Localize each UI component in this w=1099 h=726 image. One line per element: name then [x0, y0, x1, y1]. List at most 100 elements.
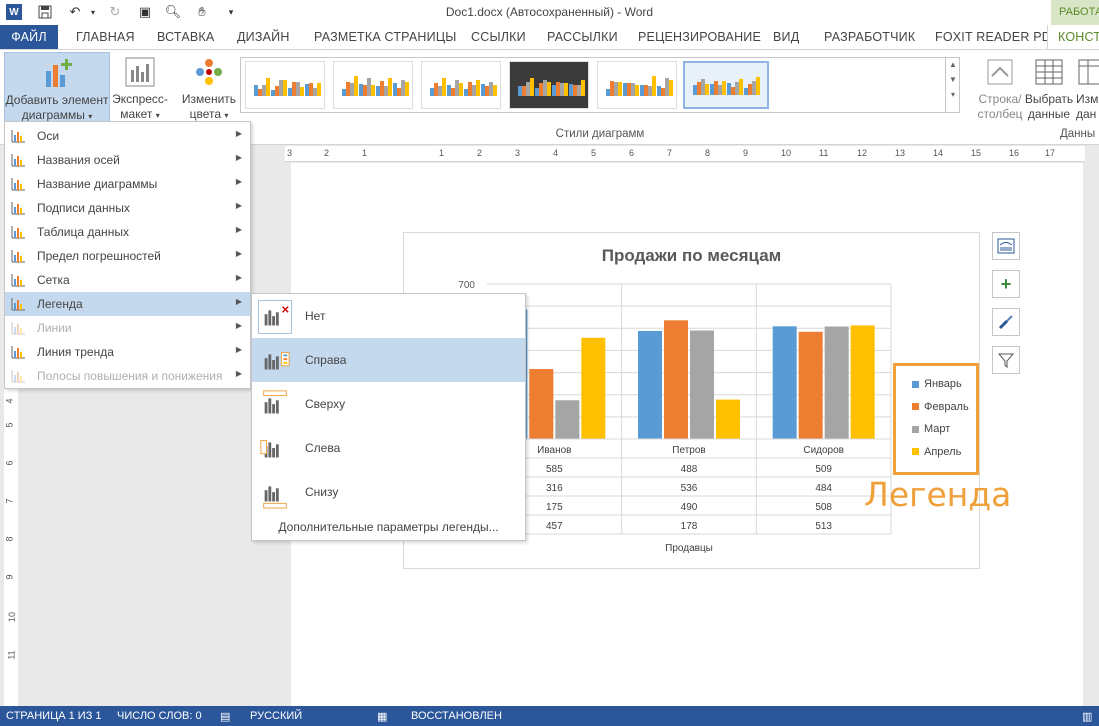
tab-developer[interactable]: РАЗРАБОТЧИК	[824, 25, 915, 49]
menu-item-error-bars[interactable]: Предел погрешностей ▶	[5, 244, 250, 268]
more-legend-options[interactable]: Дополнительные параметры легенды...	[252, 520, 525, 534]
bar-Апрель-Петров[interactable]	[716, 399, 740, 439]
bar-Март-Петров[interactable]	[690, 330, 714, 440]
legend-none-icon	[258, 300, 292, 334]
vruler-tick-label: 10	[7, 611, 18, 623]
menu-item-label: Подписи данных	[37, 201, 130, 215]
menu-item-label: Сетка	[37, 273, 70, 287]
legend-bottom-icon	[258, 476, 292, 510]
menu-item-data-labels[interactable]: Подписи данных ▶	[5, 196, 250, 220]
quick-layout-label: Экспресс-	[112, 92, 168, 106]
legend-option-left[interactable]: Слева	[252, 426, 525, 470]
legend-entry[interactable]: Март	[912, 423, 950, 435]
legend-option-right[interactable]: Справа	[252, 338, 525, 382]
vertical-ruler[interactable]: 4 5 6 7 8 9 10 11	[4, 380, 18, 706]
chart-style-1[interactable]	[245, 61, 325, 109]
change-colors-button[interactable]: Изменить цвета ▾	[178, 52, 240, 123]
bar-Март-Иванов[interactable]	[555, 400, 580, 439]
bar-Апрель-Сидоров[interactable]	[850, 325, 875, 439]
quick-layout-button[interactable]: Экспресс- макет ▾	[112, 52, 168, 123]
menu-item-trendline[interactable]: Линия тренда ▶	[5, 340, 250, 364]
tab-mailings[interactable]: РАССЫЛКИ	[547, 25, 618, 49]
chart-style-2[interactable]	[333, 61, 413, 109]
legend-option-bottom[interactable]: Снизу	[252, 470, 525, 514]
chart-style-5[interactable]	[597, 61, 677, 109]
proofing-icon[interactable]: ▤	[220, 710, 230, 723]
edit-data-button[interactable]: Изм дан	[1076, 56, 1099, 122]
menu-item-data-table[interactable]: Таблица данных ▶	[5, 220, 250, 244]
page-count[interactable]: СТРАНИЦА 1 ИЗ 1	[6, 710, 102, 722]
legend-option-top[interactable]: Сверху	[252, 382, 525, 426]
gallery-more-icon[interactable]: ▾	[946, 90, 960, 99]
data-table-cell: 513	[815, 521, 832, 532]
macro-icon[interactable]: ▦	[377, 710, 387, 723]
edit-data-label: Изм	[1076, 92, 1099, 106]
vruler-tick-label: 4	[4, 398, 15, 404]
change-colors-label-2: цвета	[189, 107, 222, 121]
legend-swatch	[912, 425, 919, 433]
bar-Январь-Петров[interactable]	[638, 330, 662, 439]
chart-styles-gallery[interactable]	[240, 57, 960, 113]
bar-Февраль-Сидоров[interactable]	[798, 331, 823, 439]
tab-insert[interactable]: ВСТАВКА	[157, 25, 214, 49]
restored-status: ВОССТАНОВЛЕН	[411, 710, 502, 722]
chart-legend[interactable]: Январь Февраль Март Апрель	[893, 363, 979, 475]
tab-references[interactable]: ССЫЛКИ	[471, 25, 526, 49]
switch-row-column-button[interactable]: Строка/ столбец	[972, 56, 1028, 122]
edit-data-label-2: дан	[1076, 107, 1097, 121]
menu-item-chart-title[interactable]: Название диаграммы ▶	[5, 172, 250, 196]
ruler-tick-label: 15	[971, 148, 982, 158]
bar-Апрель-Иванов[interactable]	[581, 337, 606, 439]
read-mode-icon[interactable]: ▥	[1082, 710, 1092, 723]
gallery-down-icon[interactable]: ▼	[946, 75, 960, 84]
tab-home[interactable]: ГЛАВНАЯ	[76, 25, 135, 49]
legend-option-none[interactable]: Нет	[252, 294, 525, 338]
tab-chart-design[interactable]: КОНСТ	[1047, 25, 1099, 49]
menu-item-axis-titles[interactable]: Названия осей ▶	[5, 148, 250, 172]
layout-options-button[interactable]	[992, 232, 1020, 260]
chart-style-6-selected[interactable]	[683, 61, 769, 109]
menu-item-gridlines[interactable]: Сетка ▶	[5, 268, 250, 292]
x-axis-title: Продавцы	[665, 543, 713, 554]
select-data-label-2: данные	[1027, 107, 1071, 121]
legend-label: Февраль	[924, 400, 969, 413]
bar-Февраль-Петров[interactable]	[664, 320, 688, 439]
legend-entry[interactable]: Январь	[912, 378, 962, 390]
chart-styles-button[interactable]	[992, 308, 1020, 336]
select-data-button[interactable]: Выбрать данные	[1024, 56, 1074, 122]
menu-item-label: Таблица данных	[37, 225, 129, 239]
chart-title[interactable]: Продажи по месяцам	[403, 246, 980, 266]
tab-layout[interactable]: РАЗМЕТКА СТРАНИЦЫ	[314, 25, 457, 49]
chart-elements-button[interactable]: +	[992, 270, 1020, 298]
add-chart-element-button[interactable]: Добавить элемент диаграммы ▾	[4, 52, 110, 122]
horizontal-ruler[interactable]: 3 2 1 1 2 3 4 5 6 7 8 9 10 11 12 13 14 15 16 17	[285, 146, 1085, 162]
gallery-scroll[interactable]: ▲ ▼ ▾	[945, 57, 960, 113]
tab-review[interactable]: РЕЦЕНЗИРОВАНИЕ	[638, 25, 761, 49]
chart-filters-button[interactable]	[992, 346, 1020, 374]
menu-item-label: Оси	[37, 129, 60, 143]
language[interactable]: РУССКИЙ	[250, 710, 302, 722]
title-bar: W ↶ ▾ ↻ ▣ 🔍︎ ✋︎ ▾ Doc1.docx (Автосохране…	[0, 0, 1099, 25]
submenu-arrow-icon: ▶	[235, 369, 242, 378]
data-table-cell: 509	[815, 464, 832, 475]
ruler-tick-label: 16	[1009, 148, 1020, 158]
word-count[interactable]: ЧИСЛО СЛОВ: 0	[117, 710, 202, 722]
tab-file[interactable]: ФАЙЛ	[0, 25, 58, 49]
bar-Февраль-Иванов[interactable]	[529, 369, 554, 439]
tab-design[interactable]: ДИЗАЙН	[237, 25, 290, 49]
chart-style-4[interactable]	[509, 61, 589, 109]
bar-Март-Сидоров[interactable]	[824, 326, 849, 439]
legend-entry[interactable]: Апрель	[912, 446, 961, 458]
vruler-tick-label: 7	[4, 498, 15, 504]
paintbrush-icon	[998, 315, 1013, 330]
gallery-up-icon[interactable]: ▲	[946, 60, 960, 69]
tab-foxit[interactable]: FOXIT READER PDF	[935, 25, 1059, 49]
legend-entry[interactable]: Февраль	[912, 401, 969, 413]
tab-view[interactable]: ВИД	[773, 25, 799, 49]
menu-item-axes[interactable]: Оси ▶	[5, 124, 250, 148]
bar-Январь-Сидоров[interactable]	[772, 326, 797, 439]
legend-option-label: Нет	[305, 309, 326, 323]
switch-row-column-label-2: столбец	[977, 107, 1023, 121]
menu-item-legend[interactable]: Легенда ▶	[5, 292, 250, 316]
chart-style-3[interactable]	[421, 61, 501, 109]
